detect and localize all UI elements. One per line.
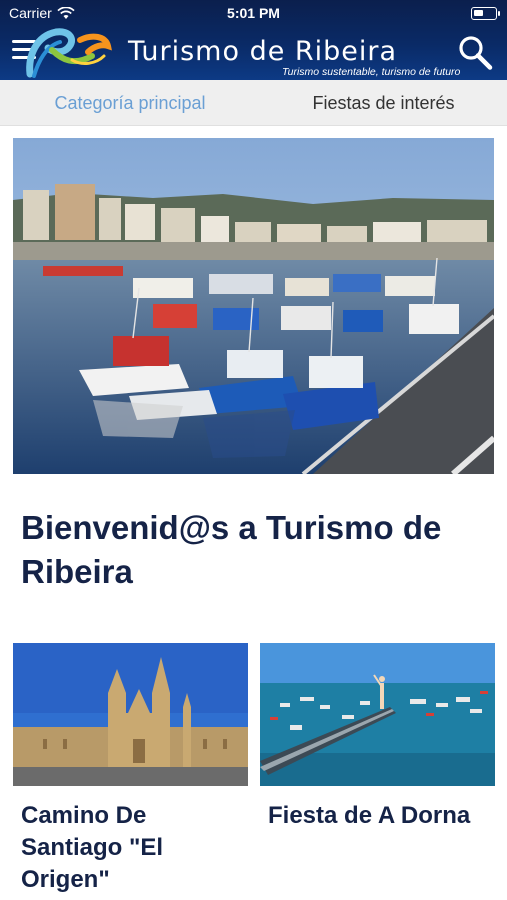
welcome-headline: Bienvenid@s a Turismo de Ribeira xyxy=(21,509,442,590)
ribeira-logo xyxy=(26,28,112,78)
category-tabs: Categoría principal Fiestas de interés xyxy=(0,80,507,126)
app-header: Carrier 5:01 PM Turismo de Ribeira Turis… xyxy=(0,0,507,80)
card-title[interactable]: Camino De Santiago "El Origen" xyxy=(13,800,248,896)
status-bar: Carrier 5:01 PM xyxy=(0,0,507,26)
tab-categoria-principal[interactable]: Categoría principal xyxy=(0,80,260,126)
tab-fiestas-de-interes[interactable]: Fiestas de interés xyxy=(260,80,507,126)
app-subtitle: Turismo sustentable, turismo de futuro xyxy=(282,66,461,78)
card-fiesta-de-a-dorna[interactable]: Fiesta de A Dorna xyxy=(260,643,495,832)
harbor-boats-photo[interactable] xyxy=(13,138,494,474)
card-camino-de-santiago[interactable]: Camino De Santiago "El Origen" xyxy=(13,643,248,896)
search-icon[interactable] xyxy=(456,34,494,72)
cathedral-photo[interactable] xyxy=(13,643,248,786)
status-time: 5:01 PM xyxy=(227,5,280,21)
card-title[interactable]: Fiesta de A Dorna xyxy=(260,800,495,832)
app-title: Turismo de Ribeira xyxy=(128,36,398,67)
festival-sea-photo[interactable] xyxy=(260,643,495,786)
battery-icon xyxy=(471,7,500,20)
